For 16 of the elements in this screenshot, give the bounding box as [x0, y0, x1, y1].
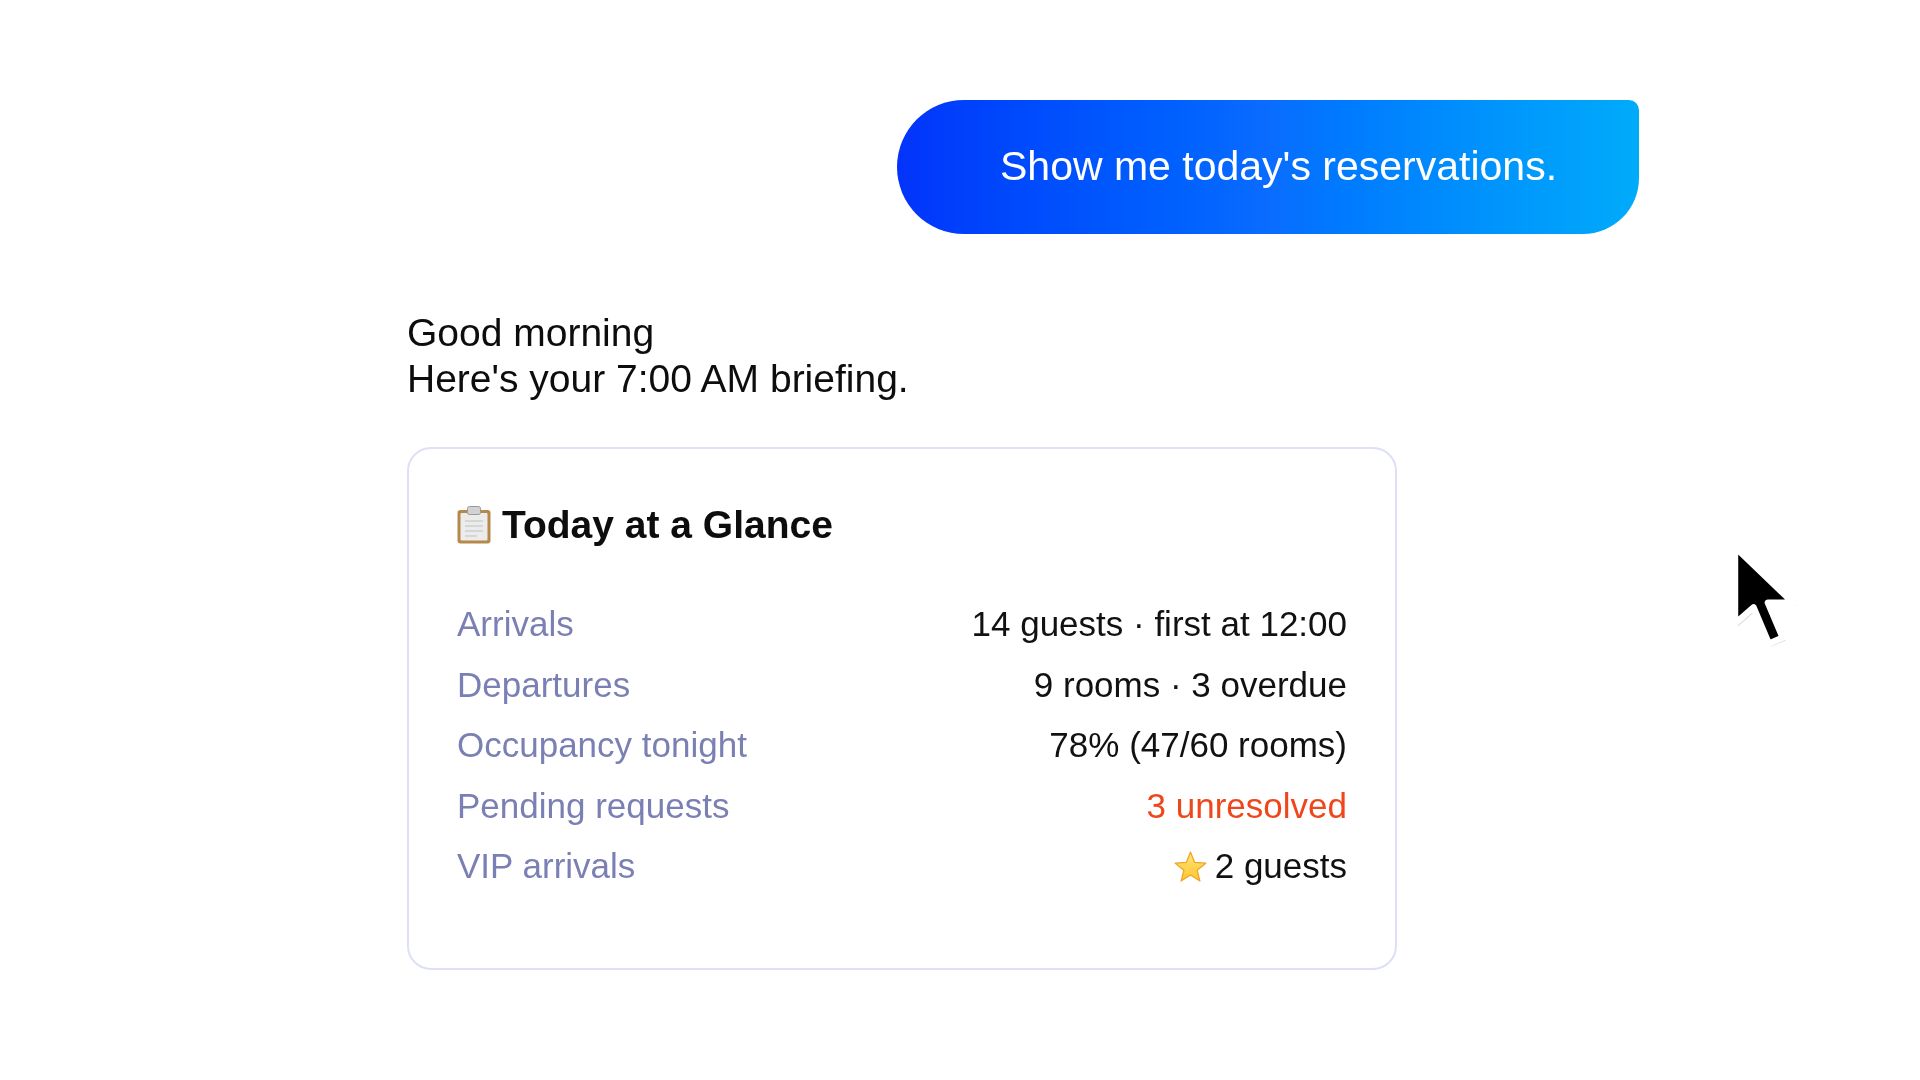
stat-label: VIP arrivals	[457, 845, 636, 887]
stat-label: Pending requests	[457, 784, 730, 827]
star-icon	[1173, 850, 1207, 882]
greeting-text: Good morning	[407, 310, 655, 356]
stat-label: Occupancy tonight	[457, 724, 747, 766]
message-text: Show me today's reservations.	[1000, 142, 1558, 192]
stat-value: 2 guests	[1214, 845, 1347, 887]
stat-value: 78% (47/60 rooms)	[1049, 724, 1347, 766]
stat-label: Arrivals	[457, 603, 574, 645]
stat-label: Departures	[457, 663, 631, 706]
card-title: Today at a Glance	[502, 501, 833, 548]
stat-value: 9 rooms · 3 overdue	[1033, 663, 1347, 706]
clipboard-icon	[457, 506, 491, 544]
stat-value: 3 unresolved	[1146, 784, 1347, 827]
stat-value: 14 guests · first at 12:00	[971, 603, 1347, 645]
greeting-text: Here's your 7:00 AM briefing.	[407, 356, 909, 402]
